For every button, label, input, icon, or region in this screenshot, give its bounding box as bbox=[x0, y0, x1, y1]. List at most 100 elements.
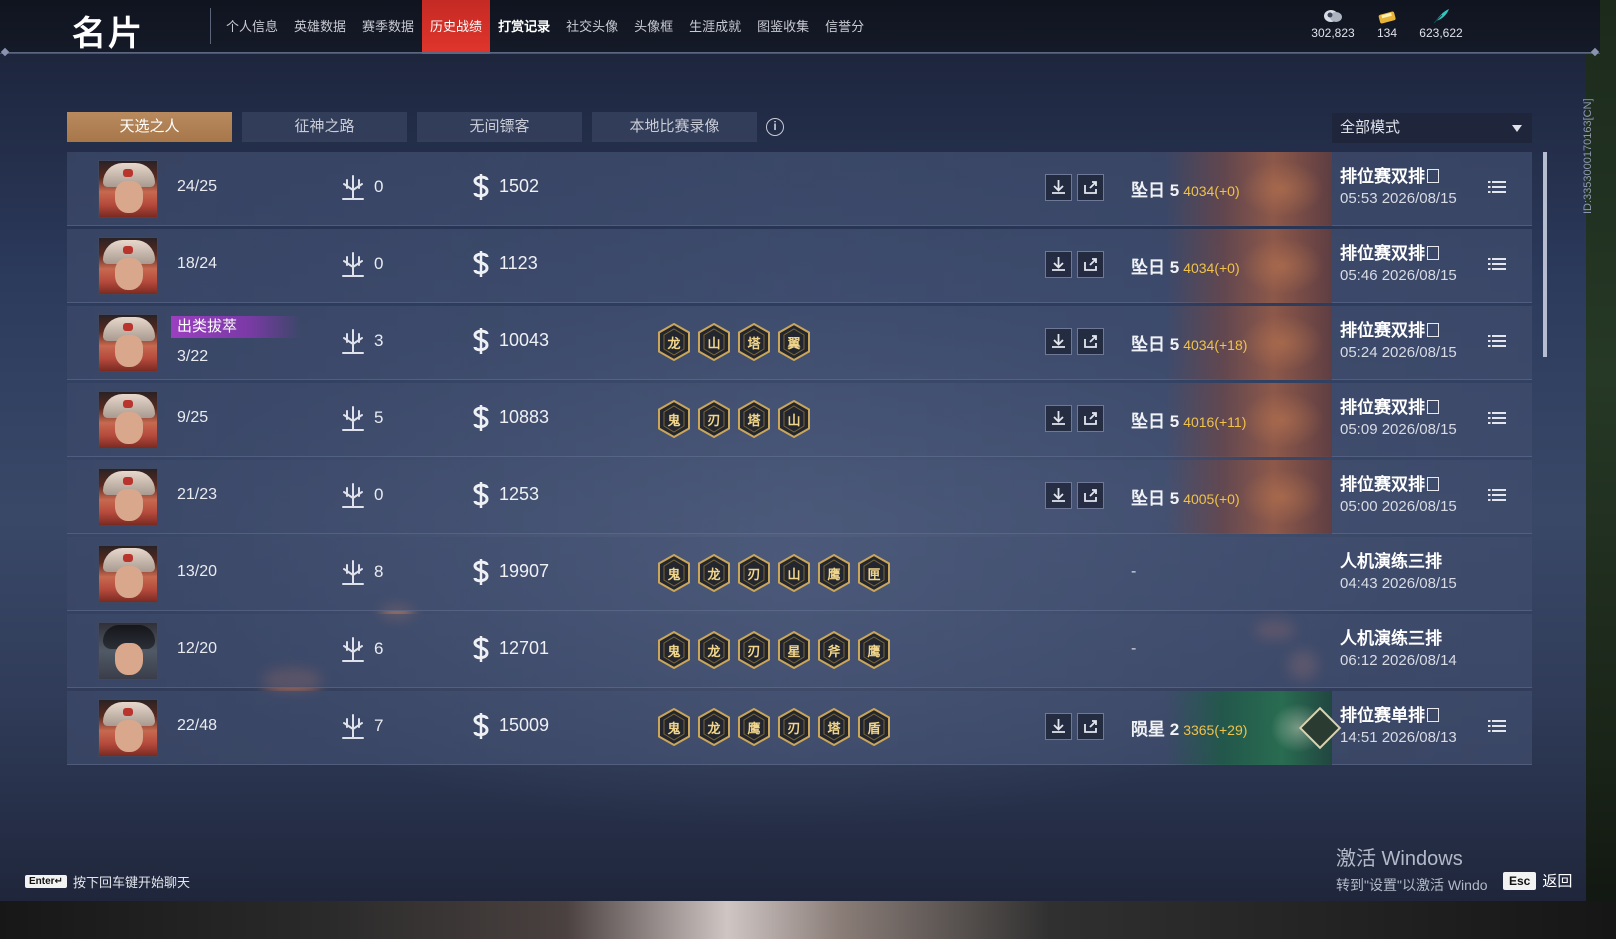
match-row[interactable]: 21/23 0 1253 坠日 5 4005(+0) 排位赛双排 05:00 2026/08… bbox=[67, 460, 1532, 534]
honor-badge-icon[interactable]: 盾 bbox=[857, 707, 891, 747]
hero-avatar[interactable] bbox=[98, 468, 158, 526]
hero-avatar[interactable] bbox=[98, 622, 158, 680]
nav-item[interactable]: 赛季数据 bbox=[354, 0, 422, 54]
honor-badge-icon[interactable]: 塔 bbox=[737, 322, 771, 362]
download-icon bbox=[1052, 180, 1065, 194]
currency-coin-value: 302,823 bbox=[1311, 26, 1355, 40]
honor-badge-icon[interactable]: 刃 bbox=[737, 553, 771, 593]
hero-avatar[interactable] bbox=[98, 391, 158, 449]
nav-item[interactable]: 历史战绩 bbox=[422, 0, 491, 54]
details-menu-button[interactable] bbox=[1488, 488, 1506, 502]
honor-badge-icon[interactable]: 鹰 bbox=[857, 630, 891, 670]
match-row[interactable]: 18/24 0 1123 坠日 5 4034(+0) 排位赛双排 05:46 2026/08… bbox=[67, 229, 1532, 303]
download-replay-button[interactable] bbox=[1045, 482, 1072, 509]
hero-avatar[interactable] bbox=[98, 314, 158, 372]
honor-badge-icon[interactable]: 龙 bbox=[657, 322, 691, 362]
honor-badge-icon[interactable]: 山 bbox=[777, 399, 811, 439]
gold-value: 15009 bbox=[499, 715, 550, 735]
list-scrollbar[interactable] bbox=[1543, 152, 1547, 357]
match-row[interactable]: 12/20 6 12701 鬼 龙 刃 星 斧 鹰 - 人机演练三排 06:12 2026/08/14 bbox=[67, 614, 1532, 688]
share-button[interactable] bbox=[1077, 405, 1104, 432]
honor-badge-icon[interactable]: 龙 bbox=[697, 707, 731, 747]
share-button[interactable] bbox=[1077, 251, 1104, 278]
match-row[interactable]: 出类拔萃 3/22 3 10043 龙 山 塔 翼 坠日 5 4034(+18) 排位赛双排 05:2… bbox=[67, 306, 1532, 380]
honor-badge-icon[interactable]: 鬼 bbox=[657, 707, 691, 747]
honor-badge-icon[interactable]: 鬼 bbox=[657, 630, 691, 670]
honor-badge-icon[interactable]: 刃 bbox=[777, 707, 811, 747]
gold-value: 1123 bbox=[499, 253, 538, 273]
share-button[interactable] bbox=[1077, 713, 1104, 740]
download-replay-button[interactable] bbox=[1045, 251, 1072, 278]
mode-filter-select[interactable]: 全部模式 bbox=[1332, 113, 1532, 143]
match-time: 05:53 2026/08/15 bbox=[1340, 190, 1457, 207]
download-replay-button[interactable] bbox=[1045, 405, 1072, 432]
honor-glyph: 龙 bbox=[707, 721, 721, 736]
nav-item[interactable]: 生涯成就 bbox=[681, 0, 749, 54]
watermark-line2: 转到"设置"以激活 Windo bbox=[1336, 877, 1488, 893]
hero-avatar[interactable] bbox=[98, 237, 158, 295]
mvp-count: 3 bbox=[374, 331, 384, 350]
honor-badge-icon[interactable]: 刃 bbox=[697, 399, 731, 439]
back-label: 返回 bbox=[1542, 873, 1573, 890]
tab[interactable]: 无间镖客 bbox=[417, 112, 582, 142]
honor-badge-icon[interactable]: 塔 bbox=[737, 399, 771, 439]
details-menu-button[interactable] bbox=[1488, 719, 1506, 733]
rank-name: 坠日 5 4034(+0) bbox=[1131, 253, 1240, 278]
rank-name: 坠日 5 4034(+0) bbox=[1131, 176, 1240, 201]
details-menu-button[interactable] bbox=[1488, 257, 1506, 271]
nav-item[interactable]: 个人信息 bbox=[218, 0, 286, 54]
honor-badge-icon[interactable]: 匣 bbox=[857, 553, 891, 593]
honor-glyph: 塔 bbox=[827, 721, 841, 736]
trident-icon bbox=[342, 406, 364, 431]
nav-item[interactable]: 图鉴收集 bbox=[749, 0, 817, 54]
hero-avatar[interactable] bbox=[98, 699, 158, 757]
tab[interactable]: 天选之人 bbox=[67, 112, 232, 142]
honor-badge-icon[interactable]: 山 bbox=[697, 322, 731, 362]
match-row[interactable]: 22/48 7 15009 鬼 龙 鹰 刃 塔 盾 陨星 2 3365(+29) 排位赛单排 14:51… bbox=[67, 691, 1532, 765]
details-menu-button[interactable] bbox=[1488, 334, 1506, 348]
match-row[interactable]: 24/25 0 1502 坠日 5 4034(+0) 排位赛双排 05:53 2026/08… bbox=[67, 152, 1532, 226]
nav-item[interactable]: 信誉分 bbox=[817, 0, 872, 54]
nav-item[interactable]: 社交头像 bbox=[558, 0, 626, 54]
tab[interactable]: 征神之路 bbox=[242, 112, 407, 142]
honor-badge-icon[interactable]: 刃 bbox=[737, 630, 771, 670]
hero-avatar[interactable] bbox=[98, 545, 158, 603]
match-mode-label: 排位赛双排 bbox=[1340, 475, 1425, 494]
honor-badge-icon[interactable]: 鬼 bbox=[657, 553, 691, 593]
download-replay-button[interactable] bbox=[1045, 713, 1072, 740]
details-menu-button[interactable] bbox=[1488, 411, 1506, 425]
honor-badge-icon[interactable]: 鹰 bbox=[817, 553, 851, 593]
honor-badge-icon[interactable]: 龙 bbox=[697, 553, 731, 593]
honor-glyph: 龙 bbox=[707, 644, 721, 659]
honor-badge-icon[interactable]: 龙 bbox=[697, 630, 731, 670]
honor-badge-icon[interactable]: 鬼 bbox=[657, 399, 691, 439]
download-replay-button[interactable] bbox=[1045, 174, 1072, 201]
honor-badge-icon[interactable]: 斧 bbox=[817, 630, 851, 670]
nav-item[interactable]: 头像框 bbox=[626, 0, 681, 54]
honor-badge-icon[interactable]: 星 bbox=[777, 630, 811, 670]
hero-avatar[interactable] bbox=[98, 160, 158, 218]
gold-icon bbox=[473, 174, 489, 200]
share-button[interactable] bbox=[1077, 174, 1104, 201]
gold-icon bbox=[473, 636, 489, 662]
honor-badge-icon[interactable]: 翼 bbox=[777, 322, 811, 362]
match-row[interactable]: 13/20 8 19907 鬼 龙 刃 山 鹰 匣 - 人机演练三排 04:43 2026/08/15 bbox=[67, 537, 1532, 611]
share-button[interactable] bbox=[1077, 328, 1104, 355]
share-button[interactable] bbox=[1077, 482, 1104, 509]
honor-badge-icon[interactable]: 山 bbox=[777, 553, 811, 593]
details-menu-button[interactable] bbox=[1488, 180, 1506, 194]
download-replay-button[interactable] bbox=[1045, 328, 1072, 355]
top-nav: 个人信息 英雄数据 赛季数据 历史战绩 打赏记录 社交头像 头像框 生涯成就 图鉴收集 信誉分 bbox=[218, 0, 872, 54]
info-icon[interactable]: i bbox=[766, 118, 784, 136]
back-button[interactable]: Esc 返回 bbox=[1503, 870, 1572, 891]
honor-badge-icon[interactable]: 鹰 bbox=[737, 707, 771, 747]
honor-badge-icon[interactable]: 塔 bbox=[817, 707, 851, 747]
match-mode: 人机演练三排 bbox=[1340, 624, 1442, 649]
tab[interactable]: 本地比赛录像 bbox=[592, 112, 757, 142]
top-bar: 名片 个人信息 英雄数据 赛季数据 历史战绩 打赏记录 社交头像 头像框 生涯成就 图鉴收集 信誉… bbox=[0, 0, 1600, 54]
nav-item[interactable]: 打赏记录 bbox=[490, 0, 558, 54]
match-row[interactable]: 9/25 5 10883 鬼 刃 塔 山 坠日 5 4016(+11) 排位赛双排 05:09 20… bbox=[67, 383, 1532, 457]
nav-item[interactable]: 英雄数据 bbox=[286, 0, 354, 54]
honor-badges: 鬼龙刃山鹰匣 bbox=[657, 553, 891, 593]
honor-glyph: 翼 bbox=[787, 336, 801, 351]
